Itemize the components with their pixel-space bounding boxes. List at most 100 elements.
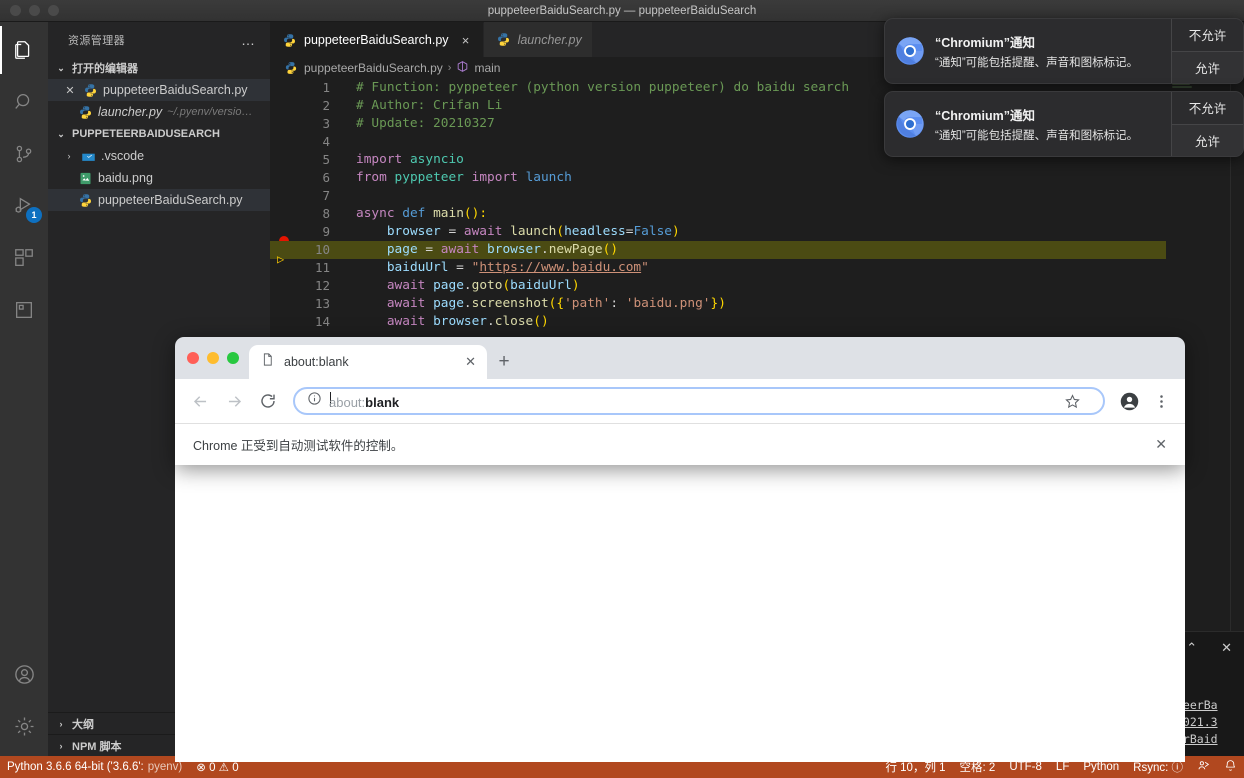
sidebar-item-remote-explorer[interactable] [0, 286, 48, 334]
tab-launcher-py[interactable]: launcher.py [483, 22, 593, 57]
code-token: () [602, 242, 619, 257]
python-icon [83, 83, 98, 98]
three-dots-menu-button[interactable] [1147, 387, 1175, 415]
url-text[interactable]: about:blank [329, 392, 400, 410]
allow-button[interactable]: 允许 [1172, 124, 1243, 156]
code-token: pyppeteer [394, 170, 464, 185]
address-bar[interactable]: about:blank [293, 387, 1105, 415]
automation-infobar: Chrome 正受到自动测试软件的控制。 ✕ [175, 423, 1185, 465]
status-notifications[interactable] [1217, 756, 1244, 778]
deny-button[interactable]: 不允许 [1172, 19, 1243, 52]
info-circle-icon[interactable] [307, 391, 322, 411]
tab-puppeteerbaidusearch-py[interactable]: puppeteerBaiduSearch.py × [270, 22, 484, 57]
tree-item-baidu-png[interactable]: baidu.png [48, 167, 270, 189]
terminal-line: erBaid [1176, 732, 1218, 746]
back-button[interactable] [185, 386, 215, 416]
sidebar-item-extensions[interactable] [0, 234, 48, 282]
status-live-share[interactable] [1190, 756, 1217, 778]
code-line[interactable]: 8 async def main(): [270, 205, 1244, 223]
star-icon[interactable] [1058, 387, 1086, 415]
sidebar-item-run-and-debug[interactable]: 1 [0, 182, 48, 230]
close-infobar-button[interactable]: ✕ [1155, 436, 1167, 453]
close-window-button[interactable] [10, 5, 21, 16]
code-line[interactable]: 14 await browser.close() [270, 313, 1244, 331]
code-text[interactable]: from pyppeteer import launch [330, 169, 572, 187]
notification-banner-2[interactable]: “Chromium”通知 “通知”可能包括提醒、声音和图标标记。 不允许 允许 [884, 91, 1244, 157]
profile-avatar-button[interactable] [1115, 387, 1143, 415]
notification-banner-1[interactable]: “Chromium”通知 “通知”可能包括提醒、声音和图标标记。 不允许 允许 [884, 18, 1244, 84]
chrome-maximize-button[interactable] [227, 352, 239, 364]
code-line[interactable]: 7 [270, 187, 1244, 205]
accounts-button[interactable] [0, 650, 48, 698]
code-text[interactable]: await browser.close() [330, 313, 549, 331]
code-text[interactable]: await page.screenshot({'path': 'baidu.pn… [330, 295, 726, 313]
open-editor-path: ~/.pyenv/versio… [167, 106, 253, 118]
close-tab-icon[interactable]: × [459, 33, 473, 48]
reload-button[interactable] [253, 386, 283, 416]
panel-controls: ⌃ ✕ [1186, 640, 1232, 656]
close-panel-icon[interactable]: ✕ [1221, 640, 1232, 656]
line-number: 8 [322, 206, 330, 221]
sidebar-item-explorer[interactable] [0, 26, 48, 74]
close-editor-icon[interactable]: ✕ [62, 84, 78, 97]
bell-icon [1224, 759, 1237, 775]
chrome-tab-about-blank[interactable]: about:blank ✕ [249, 345, 487, 379]
line-number: 4 [322, 134, 330, 149]
deny-button[interactable]: 不允许 [1172, 92, 1243, 125]
code-text[interactable]: await page.goto(baiduUrl) [330, 277, 580, 295]
breadcrumb-file[interactable]: puppeteerBaiduSearch.py [304, 61, 443, 75]
code-token: ) [671, 224, 680, 239]
sidebar-item-search[interactable] [0, 78, 48, 126]
chrome-traffic-lights[interactable] [187, 337, 249, 379]
code-token: main [433, 206, 464, 221]
code-text[interactable]: async def main(): [330, 205, 487, 223]
python-icon [284, 61, 299, 76]
code-token: # Update: 20210327 [356, 116, 495, 131]
new-tab-button[interactable]: + [487, 345, 521, 379]
tree-item-vscode[interactable]: › .vscode [48, 145, 270, 167]
forward-button[interactable] [219, 386, 249, 416]
sidebar-item-source-control[interactable] [0, 130, 48, 178]
manage-settings-button[interactable] [0, 702, 48, 750]
code-token: baiduUrl [510, 278, 572, 293]
maximize-panel-icon[interactable]: ⌃ [1186, 640, 1197, 656]
code-text[interactable]: # Function: pyppeteer (python version pu… [330, 79, 849, 97]
line-number: 2 [322, 98, 330, 113]
search-icon [13, 91, 35, 113]
code-text[interactable]: browser = await launch(headless=False) [330, 223, 680, 241]
code-token: }) [710, 296, 726, 311]
code-line[interactable]: 9 browser = await launch(headless=False) [270, 223, 1244, 246]
chrome-minimize-button[interactable] [207, 352, 219, 364]
code-line[interactable]: 11 baiduUrl = "https://www.baidu.com" [270, 259, 1244, 277]
status-interpreter-text: Python 3.6.6 64-bit ('3.6.6': [7, 761, 144, 773]
code-text[interactable]: import asyncio [330, 151, 464, 169]
code-line[interactable]: 12 await page.goto(baiduUrl) [270, 277, 1244, 295]
minimize-window-button[interactable] [29, 5, 40, 16]
maximize-window-button[interactable] [48, 5, 59, 16]
open-editors-section-header[interactable]: ⌄ 打开的编辑器 [48, 57, 270, 79]
code-text[interactable]: # Author: Crifan Li [330, 97, 502, 115]
macos-traffic-lights[interactable] [10, 5, 59, 16]
code-line[interactable]: 13 await page.screenshot({'path': 'baidu… [270, 295, 1244, 313]
sidebar-title: 资源管理器 [68, 34, 125, 47]
url-host: blank [365, 395, 400, 410]
tree-item-puppeteerbaidusearch-py[interactable]: puppeteerBaiduSearch.py [48, 189, 270, 211]
open-editor-item-0[interactable]: ✕ puppeteerBaiduSearch.py [48, 79, 270, 101]
chrome-close-button[interactable] [187, 352, 199, 364]
allow-button[interactable]: 允许 [1172, 51, 1243, 83]
notification-actions: 不允许 允许 [1171, 19, 1243, 83]
open-editor-item-1[interactable]: launcher.py ~/.pyenv/versio… [48, 101, 270, 123]
code-text[interactable]: baiduUrl = "https://www.baidu.com" [330, 259, 649, 277]
project-section-header[interactable]: ⌄ PUPPETEERBAIDUSEARCH [48, 123, 270, 145]
code-text[interactable]: # Update: 20210327 [330, 115, 495, 133]
close-tab-icon[interactable]: ✕ [465, 354, 476, 370]
status-python-interpreter[interactable]: Python 3.6.6 64-bit ('3.6.6': pyenv) [0, 756, 189, 778]
code-text[interactable]: page = await browser.newPage() [330, 241, 618, 259]
breadcrumb-symbol[interactable]: main [474, 61, 500, 75]
sidebar-more-actions-button[interactable]: … [241, 33, 256, 47]
code-line[interactable]: ▷ 10 page = await browser.newPage() [270, 241, 1244, 265]
code-line[interactable]: 6 from pyppeteer import launch [270, 169, 1244, 187]
